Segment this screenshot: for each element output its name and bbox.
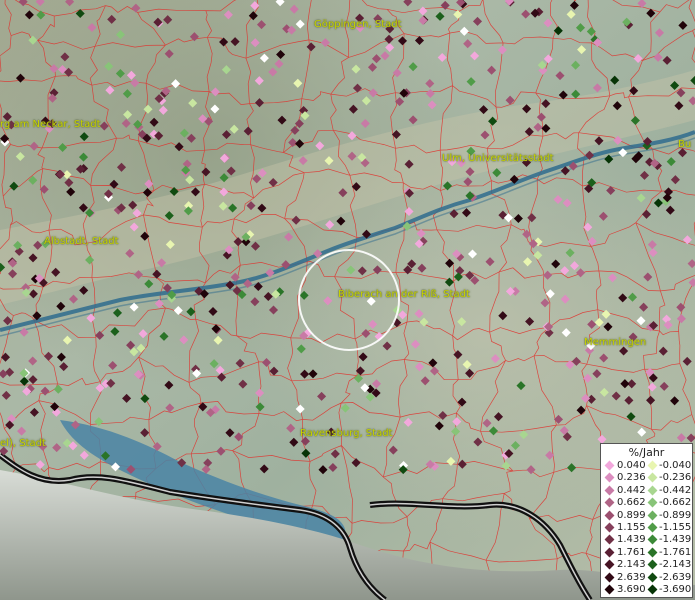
legend-swatch-negative [647, 547, 658, 558]
legend-row: 1.439 -1.439 [601, 534, 692, 546]
legend-row: 1.761 -1.761 [601, 547, 692, 559]
legend-swatch-positive [604, 559, 615, 570]
city-label-ravensburg: Ravensburg, Stadt [300, 428, 393, 439]
legend-value-positive: 1.439 [617, 534, 646, 546]
legend-value-positive: 2.143 [617, 559, 646, 571]
city-label-bu: Bu [678, 139, 692, 150]
city-label-biberach: Biberach an der Riß, Stadt [338, 289, 470, 300]
legend-row: 1.155 -1.155 [601, 522, 692, 534]
map-legend: %/Jahr 0.040 -0.040 0.236 -0.236 0.442 -0.442… [600, 443, 693, 598]
legend-swatch-positive [604, 472, 615, 483]
legend-value-positive: 2.639 [617, 571, 646, 583]
legend-value-positive: 0.442 [617, 484, 646, 496]
legend-swatch-positive [604, 510, 615, 521]
city-label-goeppingen: Göppingen, Stadt [314, 19, 402, 30]
legend-row: 0.236 -0.236 [601, 472, 692, 484]
legend-row: 0.662 -0.662 [601, 497, 692, 509]
legend-value-negative: -2.143 [659, 559, 692, 571]
city-label-memmingen: Memmingen [584, 337, 647, 348]
legend-swatch-negative [647, 559, 658, 570]
legend-swatch-negative [647, 572, 658, 583]
legend-value-positive: 1.155 [617, 522, 646, 533]
city-label-albstadt: Albstadt, Stadt [44, 236, 119, 247]
legend-row: 3.690 -3.690 [601, 584, 692, 596]
legend-value-positive: 0.236 [617, 472, 646, 484]
legend-swatch-positive [604, 547, 615, 558]
legend-value-negative: -0.040 [659, 460, 692, 471]
legend-value-positive: 0.899 [617, 509, 646, 521]
legend-row: 0.899 -0.899 [601, 510, 692, 522]
legend-swatch-negative [647, 534, 658, 545]
legend-value-negative: -0.899 [659, 509, 692, 521]
legend-swatch-negative [647, 472, 658, 483]
legend-value-negative: -0.442 [659, 484, 692, 496]
legend-row: 2.639 -2.639 [601, 572, 692, 584]
legend-swatch-positive [604, 460, 615, 471]
city-label-el: el), Stadt [0, 438, 46, 449]
legend-value-negative: -1.761 [659, 546, 692, 558]
legend-row: 0.040 -0.040 [601, 460, 692, 472]
legend-swatch-negative [647, 522, 658, 533]
city-label-neckar: rg am Neckar, Stadt [0, 119, 101, 130]
legend-swatch-negative [647, 485, 658, 496]
legend-value-positive: 1.761 [617, 546, 646, 558]
legend-value-negative: -0.236 [659, 472, 692, 484]
legend-title: %/Jahr [628, 446, 665, 459]
legend-value-positive: 0.040 [617, 460, 646, 471]
city-label-ulm: Ulm, Universitätsstadt [442, 153, 554, 164]
relief-map[interactable] [0, 0, 695, 600]
legend-value-positive: 3.690 [617, 584, 646, 595]
legend-value-negative: -2.639 [659, 571, 692, 583]
legend-swatch-positive [604, 572, 615, 583]
legend-value-negative: -1.439 [659, 534, 692, 546]
legend-swatch-negative [647, 584, 658, 595]
legend-value-positive: 0.662 [617, 497, 646, 509]
legend-row: 2.143 -2.143 [601, 559, 692, 571]
legend-value-negative: -3.690 [659, 584, 692, 595]
legend-swatch-positive [604, 584, 615, 595]
legend-swatch-negative [647, 497, 658, 508]
legend-swatch-negative [647, 460, 658, 471]
legend-row: 0.442 -0.442 [601, 485, 692, 497]
legend-swatch-positive [604, 522, 615, 533]
legend-swatch-negative [647, 510, 658, 521]
legend-swatch-positive [604, 497, 615, 508]
legend-value-negative: -1.155 [659, 522, 692, 533]
legend-swatch-positive [604, 485, 615, 496]
legend-swatch-positive [604, 534, 615, 545]
legend-value-negative: -0.662 [659, 497, 692, 509]
